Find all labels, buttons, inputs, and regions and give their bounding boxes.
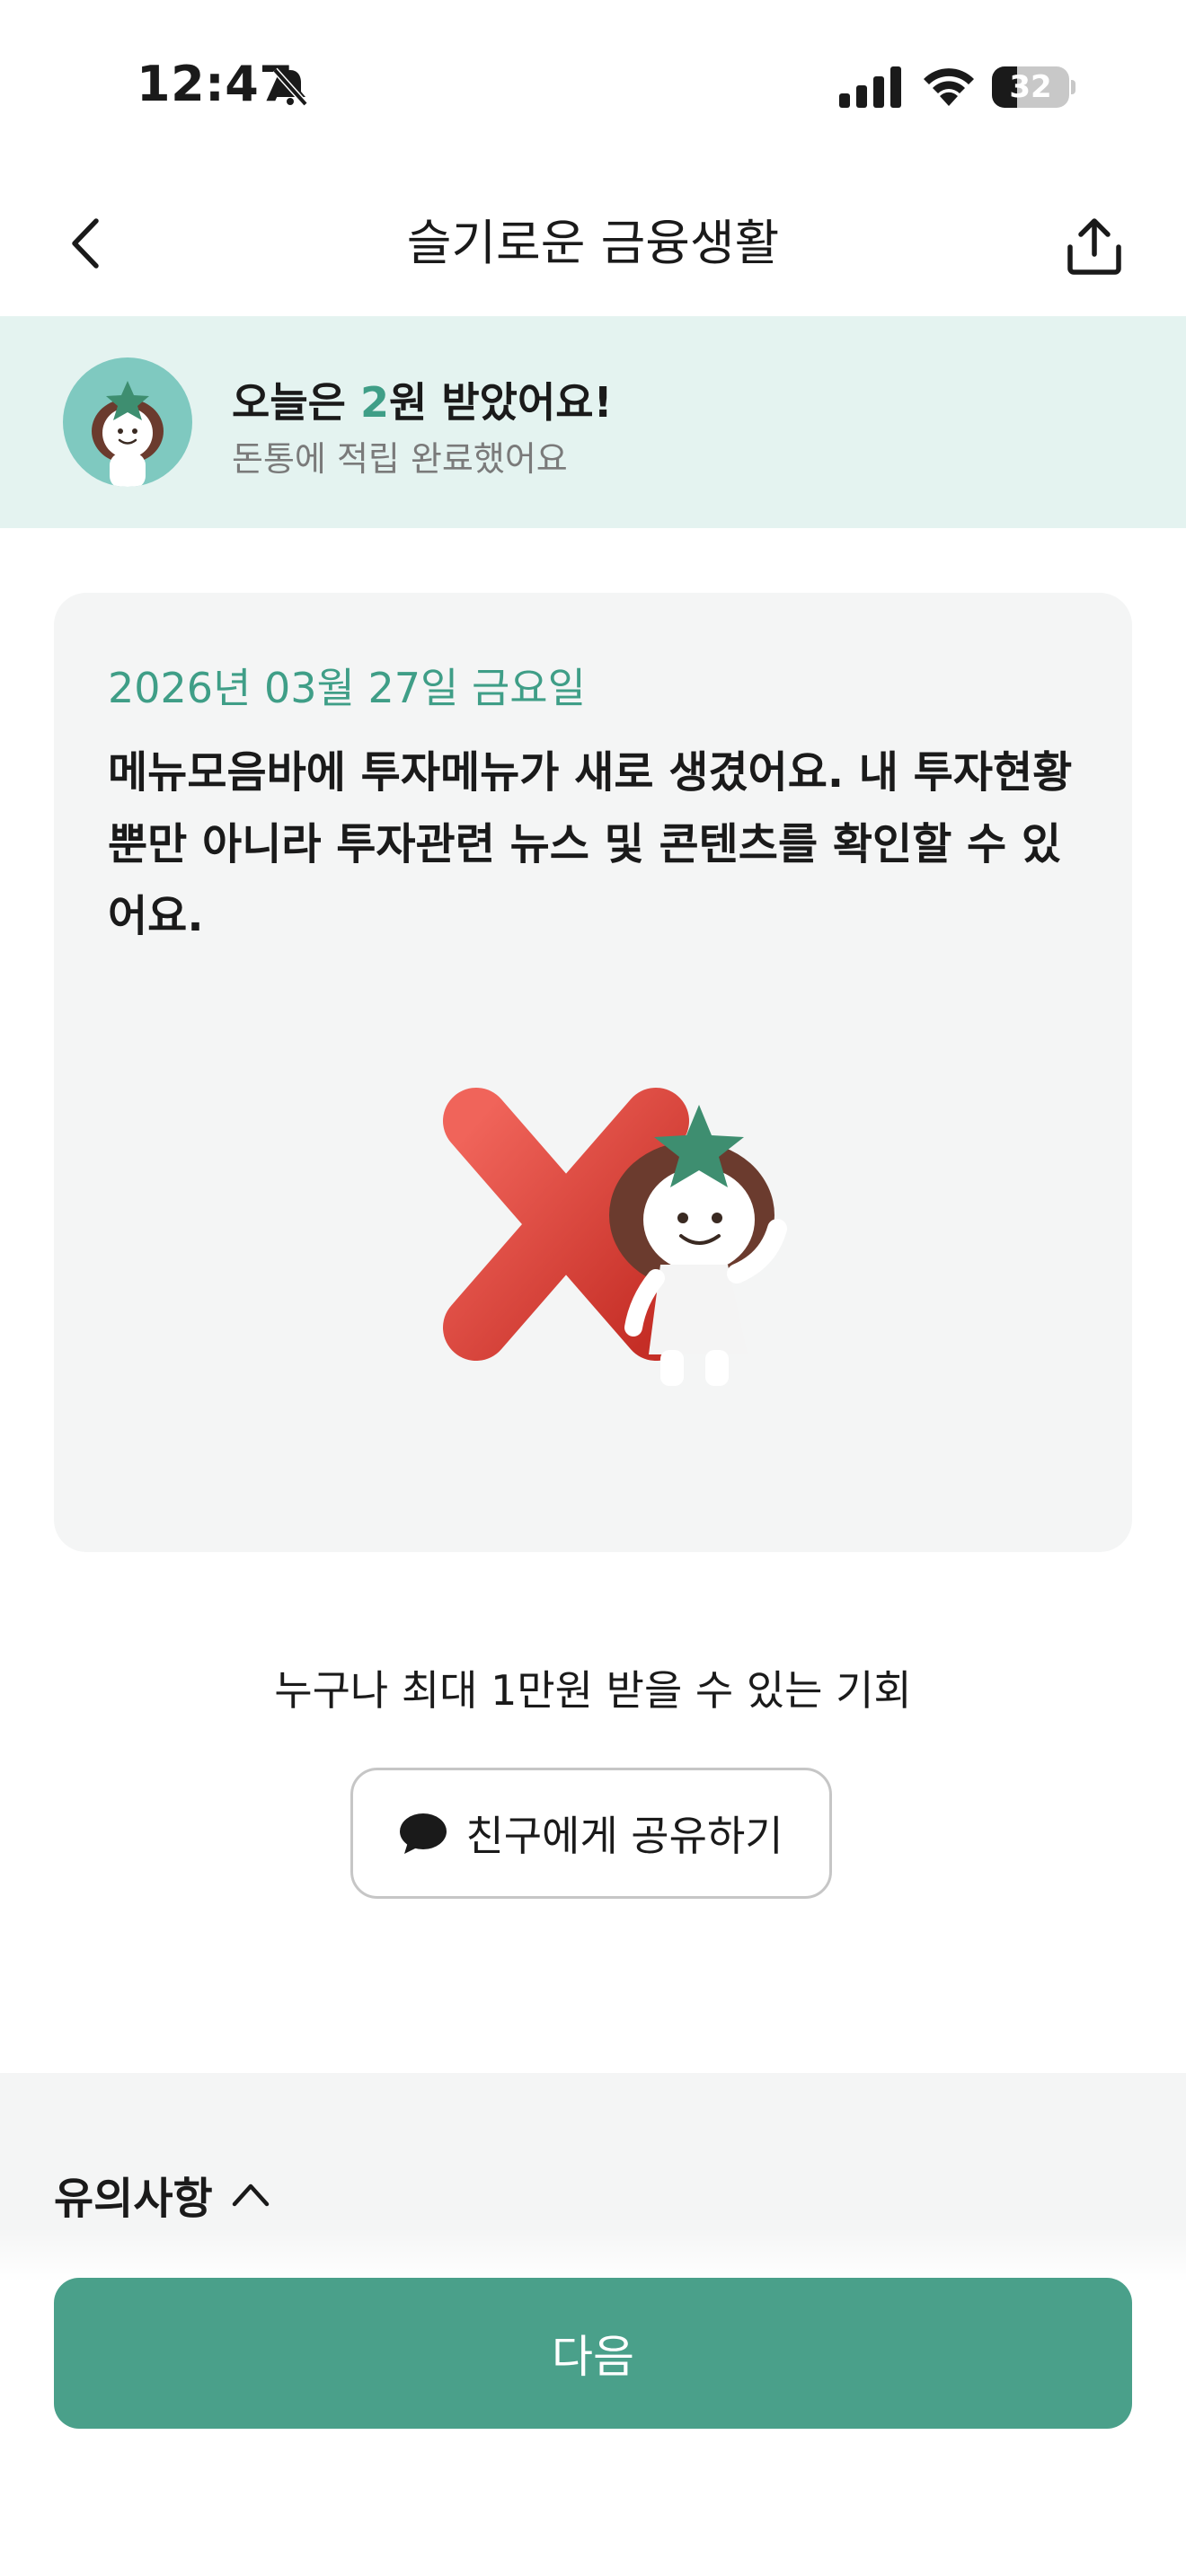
reward-title-suffix: 원 받았어요! [389,378,613,427]
notice-toggle[interactable]: 유의사항 [54,2163,270,2226]
next-button[interactable]: 다음 [54,2278,1132,2429]
battery-tip [1071,80,1075,94]
page: 12:47 32 슬기로운 금융생활 오늘은 2원 받았어요! 돈통에 적립 완… [0,0,1186,2576]
nav-bar: 슬기로운 금융생활 [0,171,1186,316]
signal-icon [839,66,901,108]
share-friend-label: 친구에게 공유하기 [465,1812,783,1860]
chat-bubble-icon [400,1813,447,1854]
status-bar: 12:47 32 [0,0,1186,171]
reward-subtitle: 돈통에 적립 완료했어요 [232,439,568,479]
share-upload-icon [1067,218,1121,275]
red-x-mascot-illustration [443,1088,787,1386]
notice-label: 유의사항 [54,2174,213,2224]
notice-card: 2026년 03월 27일 금요일 메뉴모음바에 투자메뉴가 새로 생겼어요. … [54,593,1132,1552]
reward-amount: 2 [359,378,389,427]
battery-body: 32 [992,66,1069,108]
wifi-icon [924,68,974,106]
page-title: 슬기로운 금융생활 [406,215,780,271]
avatar [63,357,192,487]
card-date: 2026년 03월 27일 금요일 [108,664,586,712]
mascot-avatar-icon [92,381,164,487]
promo-text: 누구나 최대 1만원 받을 수 있는 기회 [274,1666,912,1715]
chevron-up-icon [232,2183,269,2207]
card-message: 메뉴모음바에 투자메뉴가 새로 생겼어요. 내 투자현황뿐만 아니라 투자관련 … [108,747,1073,941]
battery-percent: 32 [1009,69,1052,105]
reward-title: 오늘은 2원 받았어요! [232,370,613,429]
back-button[interactable] [45,203,126,284]
share-button[interactable] [1051,203,1137,289]
chevron-left-icon [72,218,99,269]
bell-slash-icon [272,67,308,107]
battery-icon: 32 [992,66,1075,108]
reward-banner: 오늘은 2원 받았어요! 돈통에 적립 완료했어요 [0,316,1186,528]
reward-title-prefix: 오늘은 [232,378,360,427]
next-label: 다음 [552,2331,634,2383]
share-friend-button[interactable]: 친구에게 공유하기 [350,1768,832,1899]
